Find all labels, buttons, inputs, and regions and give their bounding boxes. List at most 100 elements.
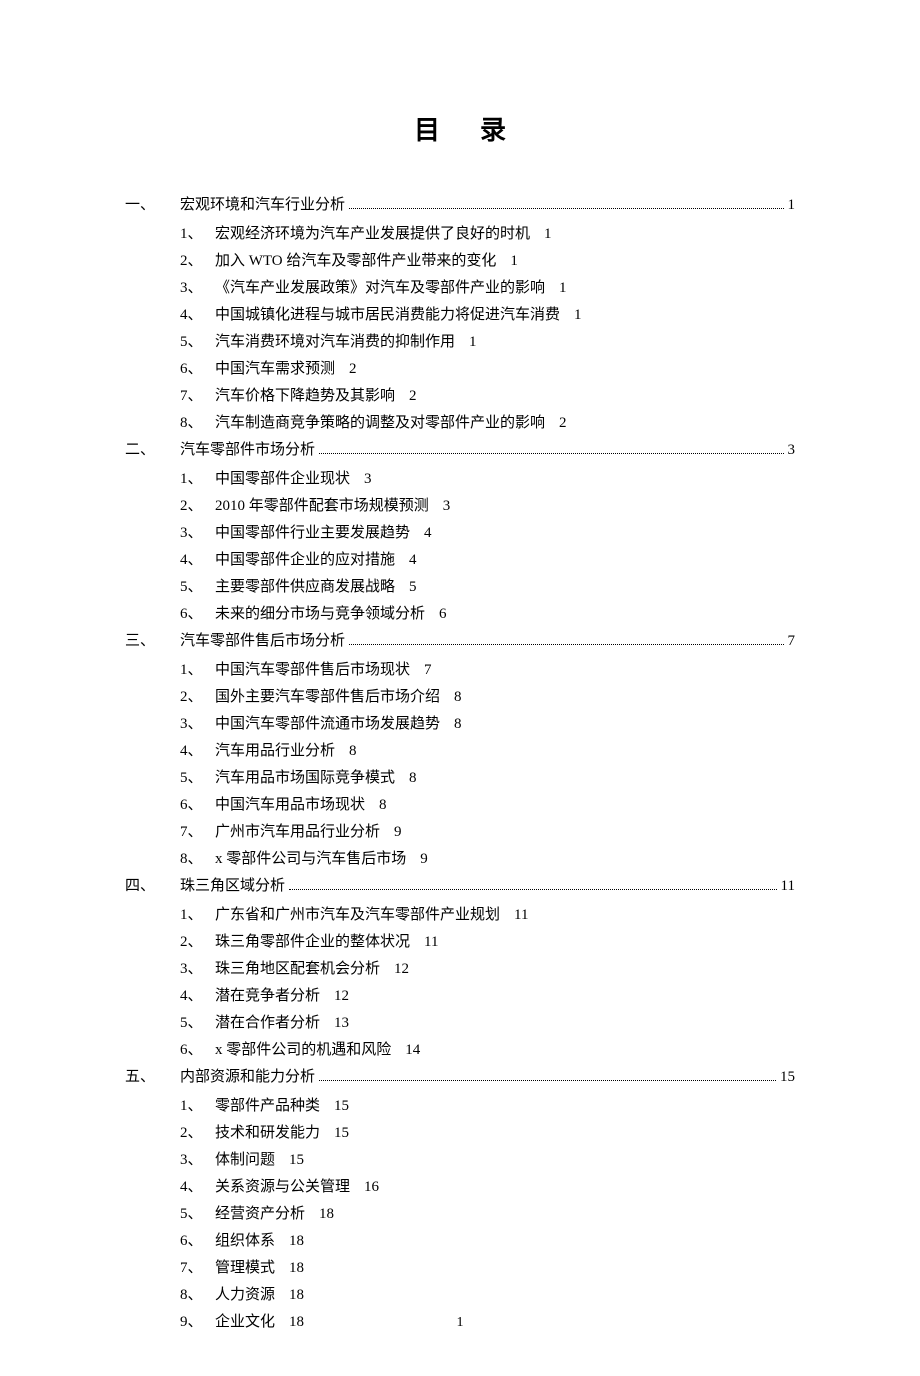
item-title: 中国零部件行业主要发展趋势 [215, 520, 410, 547]
item-number: 8、 [180, 846, 215, 873]
item-title: 中国汽车零部件流通市场发展趋势 [215, 711, 440, 738]
section-title: 内部资源和能力分析 [180, 1064, 315, 1091]
item-title: 技术和研发能力 [215, 1120, 320, 1147]
item-title: 国外主要汽车零部件售后市场介绍 [215, 684, 440, 711]
item-number: 2、 [180, 684, 215, 711]
item-page: 8 [409, 765, 417, 792]
item-number: 7、 [180, 383, 215, 410]
item-page: 2 [559, 410, 567, 437]
item-title: 关系资源与公关管理 [215, 1174, 350, 1201]
item-number: 3、 [180, 711, 215, 738]
toc-item: 5、经营资产分析18 [125, 1201, 795, 1228]
item-title: 宏观经济环境为汽车产业发展提供了良好的时机 [215, 221, 530, 248]
item-title: 中国汽车零部件售后市场现状 [215, 657, 410, 684]
item-title: 中国汽车需求预测 [215, 356, 335, 383]
toc-item: 3、中国汽车零部件流通市场发展趋势8 [125, 711, 795, 738]
item-title: 管理模式 [215, 1255, 275, 1282]
item-title: 中国零部件企业现状 [215, 466, 350, 493]
item-page: 14 [405, 1037, 420, 1064]
item-number: 3、 [180, 956, 215, 983]
toc-item: 7、管理模式18 [125, 1255, 795, 1282]
item-number: 8、 [180, 1282, 215, 1309]
item-number: 5、 [180, 765, 215, 792]
item-title: 汽车消费环境对汽车消费的抑制作用 [215, 329, 455, 356]
item-title: 2010 年零部件配套市场规模预测 [215, 493, 429, 520]
item-title: 体制问题 [215, 1147, 275, 1174]
item-title: 主要零部件供应商发展战略 [215, 574, 395, 601]
item-number: 5、 [180, 1010, 215, 1037]
section-page: 3 [788, 437, 796, 464]
item-page: 3 [364, 466, 372, 493]
item-page: 1 [469, 329, 477, 356]
item-title: 广州市汽车用品行业分析 [215, 819, 380, 846]
leader-dots [289, 889, 777, 890]
item-page: 18 [289, 1255, 304, 1282]
item-title: 汽车用品市场国际竞争模式 [215, 765, 395, 792]
item-title: 珠三角零部件企业的整体状况 [215, 929, 410, 956]
item-number: 3、 [180, 520, 215, 547]
item-page: 15 [334, 1120, 349, 1147]
section-title: 珠三角区域分析 [180, 873, 285, 900]
item-page: 15 [334, 1093, 349, 1120]
section-number: 五、 [125, 1064, 180, 1091]
toc-item: 2、国外主要汽车零部件售后市场介绍 8 [125, 684, 795, 711]
item-number: 2、 [180, 248, 215, 275]
item-title: 潜在合作者分析 [215, 1010, 320, 1037]
item-number: 3、 [180, 275, 215, 302]
item-number: 5、 [180, 574, 215, 601]
item-title: 中国零部件企业的应对措施 [215, 547, 395, 574]
item-number: 6、 [180, 792, 215, 819]
item-page: 11 [424, 929, 438, 956]
toc-item: 5、潜在合作者分析13 [125, 1010, 795, 1037]
section-title-wrap: 内部资源和能力分析15 [180, 1064, 795, 1091]
item-title: 汽车价格下降趋势及其影响 [215, 383, 395, 410]
toc-item: 6、未来的细分市场与竞争领域分析6 [125, 601, 795, 628]
toc-item: 8、人力资源18 [125, 1282, 795, 1309]
item-title: 加入 WTO 给汽车及零部件产业带来的变化 [215, 248, 496, 275]
item-number: 1、 [180, 221, 215, 248]
item-number: 4、 [180, 547, 215, 574]
leader-dots [319, 453, 783, 454]
toc-item: 3、《汽车产业发展政策》对汽车及零部件产业的影响1 [125, 275, 795, 302]
item-number: 8、 [180, 410, 215, 437]
item-title: 汽车制造商竞争策略的调整及对零部件产业的影响 [215, 410, 545, 437]
toc-section: 二、汽车零部件市场分析3 [125, 437, 795, 464]
toc-item: 6、中国汽车用品市场现状8 [125, 792, 795, 819]
item-title: 《汽车产业发展政策》对汽车及零部件产业的影响 [215, 275, 545, 302]
section-page: 7 [788, 628, 796, 655]
item-number: 4、 [180, 302, 215, 329]
item-page: 6 [439, 601, 447, 628]
toc-item: 4、潜在竞争者分析12 [125, 983, 795, 1010]
item-title: 珠三角地区配套机会分析 [215, 956, 380, 983]
item-page: 9 [394, 819, 402, 846]
toc-item: 4、中国零部件企业的应对措施 4 [125, 547, 795, 574]
item-number: 1、 [180, 466, 215, 493]
toc-item: 5、主要零部件供应商发展战略5 [125, 574, 795, 601]
section-title-wrap: 宏观环境和汽车行业分析1 [180, 192, 795, 219]
section-title-wrap: 汽车零部件市场分析3 [180, 437, 795, 464]
item-title: 中国城镇化进程与城市居民消费能力将促进汽车消费 [215, 302, 560, 329]
toc-item: 1、广东省和广州市汽车及汽车零部件产业规划11 [125, 902, 795, 929]
item-page: 8 [379, 792, 387, 819]
leader-dots [349, 208, 783, 209]
item-title: 广东省和广州市汽车及汽车零部件产业规划 [215, 902, 500, 929]
toc-item: 2、加入 WTO 给汽车及零部件产业带来的变化1 [125, 248, 795, 275]
item-page: 2 [409, 383, 417, 410]
toc-section: 一、宏观环境和汽车行业分析1 [125, 192, 795, 219]
toc-section: 四、珠三角区域分析11 [125, 873, 795, 900]
item-page: 16 [364, 1174, 379, 1201]
section-title-wrap: 珠三角区域分析11 [180, 873, 795, 900]
item-page: 11 [514, 902, 528, 929]
toc-item: 1、中国零部件企业现状 3 [125, 466, 795, 493]
item-page: 3 [443, 493, 451, 520]
section-number: 一、 [125, 192, 180, 219]
item-page: 8 [454, 684, 462, 711]
item-title: x 零部件公司与汽车售后市场 [215, 846, 406, 873]
item-page: 4 [409, 547, 417, 574]
item-title: 经营资产分析 [215, 1201, 305, 1228]
item-page: 15 [289, 1147, 304, 1174]
item-page: 1 [574, 302, 582, 329]
item-number: 4、 [180, 983, 215, 1010]
toc-item: 3、珠三角地区配套机会分析12 [125, 956, 795, 983]
leader-dots [319, 1080, 776, 1081]
